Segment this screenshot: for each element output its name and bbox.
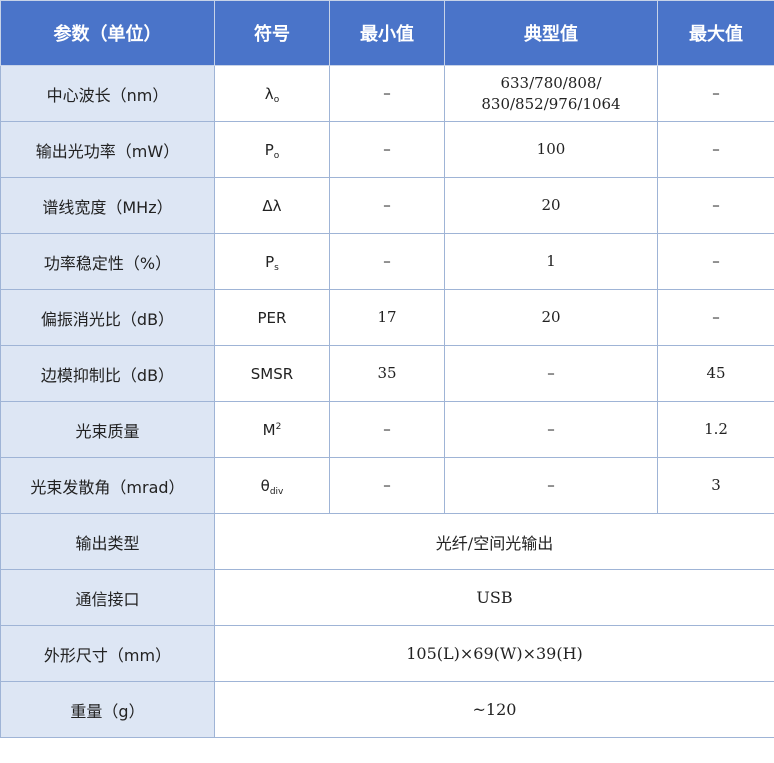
max-cell: – <box>657 233 774 290</box>
typ-cell: 633/780/808/830/852/976/1064 <box>444 65 658 122</box>
table-row: 偏振消光比（dB） PER 17 20 – <box>0 289 774 346</box>
param-cell: 重量（g） <box>0 681 215 738</box>
param-cell: 通信接口 <box>0 569 215 626</box>
table-row: 光束发散角（mrad） θdiv – – 3 <box>0 457 774 514</box>
table-row: 通信接口 USB <box>0 569 774 626</box>
header-typ: 典型值 <box>444 0 658 66</box>
max-cell: 45 <box>657 345 774 402</box>
max-cell: – <box>657 65 774 122</box>
spec-table: 参数（单位） 符号 最小值 典型值 最大值 中心波长（nm） λo – 633/… <box>0 0 774 738</box>
table-row: 输出光功率（mW） Po – 100 – <box>0 121 774 178</box>
min-cell: – <box>329 233 445 290</box>
typ-cell: 100 <box>444 121 658 178</box>
typ-cell: 20 <box>444 177 658 234</box>
symbol-cell: SMSR <box>214 345 330 402</box>
min-cell: – <box>329 401 445 458</box>
symbol-cell: λo <box>214 65 330 122</box>
max-cell: – <box>657 177 774 234</box>
header-symbol: 符号 <box>214 0 330 66</box>
symbol-cell: Po <box>214 121 330 178</box>
max-cell: 1.2 <box>657 401 774 458</box>
symbol-cell: Ps <box>214 233 330 290</box>
value-cell: 105(L)×69(W)×39(H) <box>214 625 774 682</box>
param-cell: 中心波长（nm） <box>0 65 215 122</box>
param-cell: 外形尺寸（mm） <box>0 625 215 682</box>
table-row: 重量（g） ~120 <box>0 681 774 738</box>
value-cell: ~120 <box>214 681 774 738</box>
min-cell: 17 <box>329 289 445 346</box>
typ-cell: – <box>444 345 658 402</box>
min-cell: – <box>329 177 445 234</box>
typ-cell: – <box>444 457 658 514</box>
table-row: 边模抑制比（dB） SMSR 35 – 45 <box>0 345 774 402</box>
min-cell: – <box>329 65 445 122</box>
table-row: 外形尺寸（mm） 105(L)×69(W)×39(H) <box>0 625 774 682</box>
min-cell: – <box>329 457 445 514</box>
value-cell: 光纤/空间光输出 <box>214 513 774 570</box>
table-row: 谱线宽度（MHz） Δλ – 20 – <box>0 177 774 234</box>
typ-cell: 1 <box>444 233 658 290</box>
header-row: 参数（单位） 符号 最小值 典型值 最大值 <box>0 0 774 66</box>
table-row: 功率稳定性（%） Ps – 1 – <box>0 233 774 290</box>
param-cell: 光束发散角（mrad） <box>0 457 215 514</box>
param-cell: 谱线宽度（MHz） <box>0 177 215 234</box>
param-cell: 偏振消光比（dB） <box>0 289 215 346</box>
table-row: 输出类型 光纤/空间光输出 <box>0 513 774 570</box>
value-cell: USB <box>214 569 774 626</box>
param-cell: 功率稳定性（%） <box>0 233 215 290</box>
min-cell: – <box>329 121 445 178</box>
symbol-cell: θdiv <box>214 457 330 514</box>
symbol-cell: PER <box>214 289 330 346</box>
symbol-cell: M2 <box>214 401 330 458</box>
param-cell: 边模抑制比（dB） <box>0 345 215 402</box>
typ-cell: – <box>444 401 658 458</box>
symbol-cell: Δλ <box>214 177 330 234</box>
param-cell: 光束质量 <box>0 401 215 458</box>
min-cell: 35 <box>329 345 445 402</box>
param-cell: 输出类型 <box>0 513 215 570</box>
max-cell: – <box>657 121 774 178</box>
header-min: 最小值 <box>329 0 445 66</box>
max-cell: – <box>657 289 774 346</box>
header-max: 最大值 <box>657 0 774 66</box>
table-row: 光束质量 M2 – – 1.2 <box>0 401 774 458</box>
header-param: 参数（单位） <box>0 0 215 66</box>
table-row: 中心波长（nm） λo – 633/780/808/830/852/976/10… <box>0 65 774 122</box>
typ-cell: 20 <box>444 289 658 346</box>
param-cell: 输出光功率（mW） <box>0 121 215 178</box>
max-cell: 3 <box>657 457 774 514</box>
